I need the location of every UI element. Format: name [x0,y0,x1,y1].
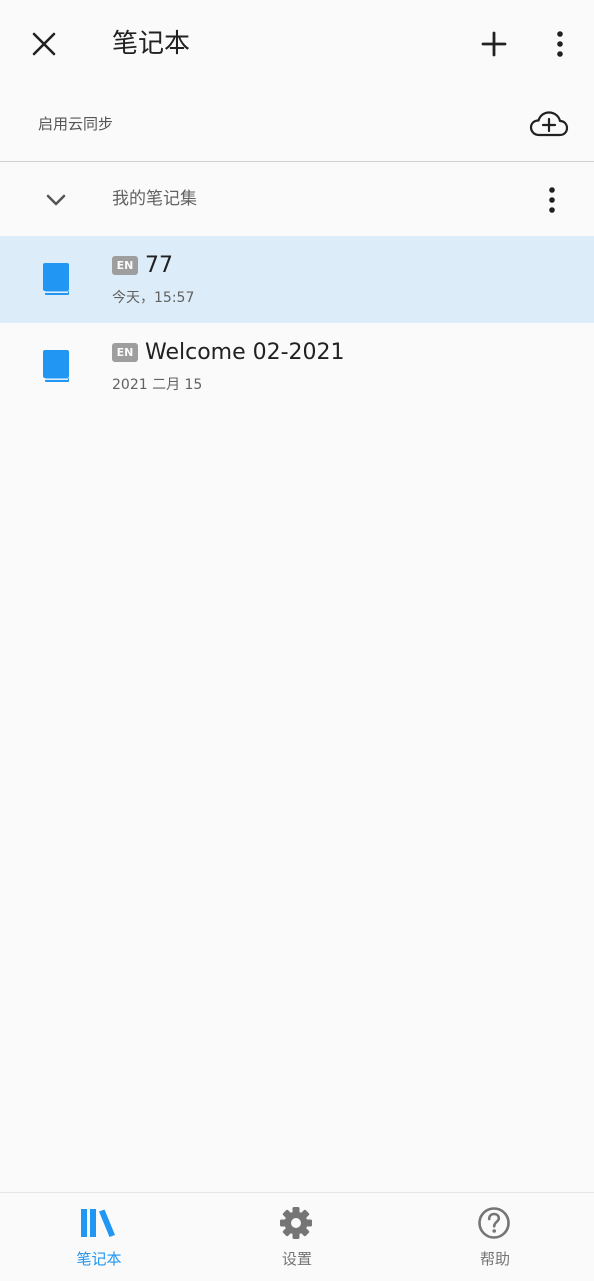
cloud-sync-label: 启用云同步 [38,115,114,133]
nav-tab-notebooks[interactable]: 笔记本 [0,1193,198,1281]
gear-icon [278,1205,314,1241]
books-icon [80,1205,116,1241]
close-icon [32,32,56,56]
top-app-bar: 笔记本 [0,0,594,88]
language-badge: EN [112,343,138,362]
more-vertical-icon [549,187,555,213]
language-badge: EN [112,256,138,275]
page-title: 笔记本 [112,29,191,59]
cloud-add-icon [529,111,569,137]
notebook-date: 今天，15:57 [112,290,195,306]
more-options-button[interactable] [538,22,582,66]
nav-label-notebooks: 笔记本 [76,1250,122,1268]
more-vertical-icon [557,31,563,57]
notebook-date: 2021 二月 15 [112,377,203,393]
chevron-down-icon [46,194,66,206]
collapse-group-button[interactable] [34,178,78,222]
notebook-item[interactable]: EN 77 今天，15:57 [0,236,594,323]
notebook-icon [43,263,69,295]
notebook-title: Welcome 02-2021 [145,340,345,365]
notebook-item[interactable]: EN Welcome 02-2021 2021 二月 15 [0,323,594,410]
add-notebook-button[interactable] [472,22,516,66]
group-more-options-button[interactable] [530,178,574,222]
notebook-icon [43,350,69,382]
notebook-group-header[interactable]: 我的笔记集 [0,162,594,236]
enable-cloud-sync-button[interactable] [524,102,574,146]
nav-tab-help[interactable]: 帮助 [396,1193,594,1281]
nav-tab-settings[interactable]: 设置 [198,1193,396,1281]
cloud-sync-row[interactable]: 启用云同步 [0,88,594,161]
notebook-title: 77 [145,253,173,278]
close-button[interactable] [22,22,66,66]
bottom-navigation: 笔记本 设置 帮助 [0,1192,594,1281]
plus-icon [481,31,507,57]
group-label: 我的笔记集 [112,189,197,209]
nav-label-help: 帮助 [479,1250,510,1268]
nav-label-settings: 设置 [281,1250,312,1268]
help-circle-icon [476,1205,512,1241]
